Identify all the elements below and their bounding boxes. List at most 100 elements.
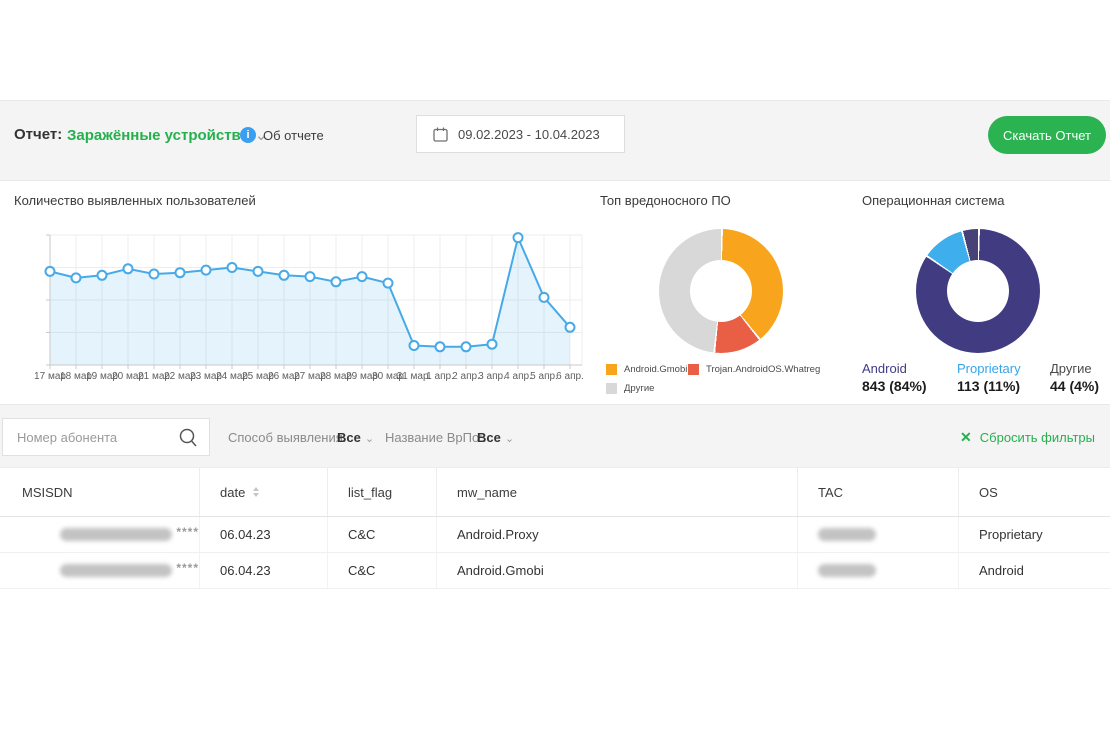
data-point[interactable] bbox=[566, 323, 575, 332]
cell-list-flag: C&C bbox=[328, 517, 437, 552]
detection-method-label: Способ выявления: bbox=[228, 430, 346, 445]
download-report-button[interactable]: Скачать Отчет bbox=[988, 116, 1106, 154]
report-type-dropdown[interactable]: Заражённые устройства⌄ bbox=[67, 126, 268, 144]
sort-icon[interactable] bbox=[253, 487, 259, 497]
column-header-date[interactable]: date bbox=[200, 468, 328, 516]
table-row[interactable]: **** 06.04.23 C&C Android.Gmobi Android bbox=[0, 553, 1110, 589]
detection-method-dropdown[interactable]: Все⌄ bbox=[337, 430, 374, 445]
data-point[interactable] bbox=[254, 267, 263, 276]
date-range-picker[interactable]: 09.02.2023 - 10.04.2023 bbox=[416, 115, 625, 153]
line-chart-title: Количество выявленных пользователей bbox=[14, 193, 256, 208]
cell-msisdn: **** bbox=[0, 553, 200, 588]
data-point[interactable] bbox=[176, 268, 185, 277]
legend-swatch bbox=[606, 364, 617, 375]
column-header-os: OS bbox=[959, 468, 1110, 516]
legend-label: Другие bbox=[624, 383, 654, 394]
data-point[interactable] bbox=[436, 342, 445, 351]
legend-swatch bbox=[688, 364, 699, 375]
report-name: Заражённые устройства bbox=[67, 127, 249, 144]
masked-tac bbox=[818, 564, 876, 577]
os-stat-proprietary: Proprietary 113 (11%) bbox=[957, 361, 1021, 394]
reset-filters-button[interactable]: ✕ Сбросить фильтры bbox=[960, 429, 1095, 446]
malware-donut-chart[interactable] bbox=[659, 229, 783, 353]
charts-card: Количество выявленных пользователей 17 м… bbox=[0, 180, 1110, 405]
data-point[interactable] bbox=[202, 266, 211, 275]
msisdn-mask-suffix: **** bbox=[176, 525, 199, 539]
calendar-icon bbox=[433, 127, 448, 142]
data-point[interactable] bbox=[410, 341, 419, 350]
line-chart-svg: 17 мар18 мар19 мар20 мар21 мар22 мар23 м… bbox=[30, 219, 586, 385]
subscriber-number-input[interactable] bbox=[3, 419, 175, 455]
table-body: **** 06.04.23 C&C Android.Proxy Propriet… bbox=[0, 517, 1110, 589]
subscriber-search bbox=[2, 418, 210, 456]
data-point[interactable] bbox=[228, 263, 237, 272]
x-axis-label: 5 апр. bbox=[530, 371, 558, 382]
data-point[interactable] bbox=[488, 340, 497, 349]
os-donut-title: Операционная система bbox=[862, 193, 1005, 208]
table-header-row: MSISDN date list_flag mw_name TAC OS bbox=[0, 467, 1110, 517]
column-header-msisdn: MSISDN bbox=[0, 468, 200, 516]
data-point[interactable] bbox=[540, 293, 549, 302]
cell-date: 06.04.23 bbox=[200, 553, 328, 588]
masked-msisdn bbox=[60, 528, 172, 541]
about-report-link[interactable]: Об отчете bbox=[263, 128, 324, 143]
data-point[interactable] bbox=[332, 277, 341, 286]
infected-devices-report-page: Отчет: Заражённые устройства⌄ i Об отчет… bbox=[0, 0, 1110, 740]
os-stat-android: Android 843 (84%) bbox=[862, 361, 927, 394]
cell-mw-name: Android.Gmobi bbox=[437, 553, 798, 588]
cell-tac bbox=[798, 517, 959, 552]
data-point[interactable] bbox=[514, 233, 523, 242]
table-row[interactable]: **** 06.04.23 C&C Android.Proxy Propriet… bbox=[0, 517, 1110, 553]
x-axis-label: 3 апр. bbox=[478, 371, 506, 382]
data-point[interactable] bbox=[462, 342, 471, 351]
legend-item: Android.Gmobi bbox=[606, 364, 687, 375]
os-donut-chart[interactable] bbox=[916, 229, 1040, 353]
data-point[interactable] bbox=[384, 279, 393, 288]
malware-name-dropdown[interactable]: Все⌄ bbox=[477, 430, 514, 445]
close-icon: ✕ bbox=[960, 429, 972, 446]
os-stat-label: Proprietary bbox=[957, 361, 1021, 376]
reset-filters-label: Сбросить фильтры bbox=[980, 430, 1095, 445]
os-stat-label: Android bbox=[862, 361, 927, 376]
chevron-down-icon: ⌄ bbox=[365, 433, 374, 445]
cell-date: 06.04.23 bbox=[200, 517, 328, 552]
data-point[interactable] bbox=[46, 267, 55, 276]
x-axis-label: 1 апр. bbox=[426, 371, 454, 382]
legend-label: Android.Gmobi bbox=[624, 364, 687, 375]
malware-donut-title: Топ вредоносного ПО bbox=[600, 193, 731, 208]
data-point[interactable] bbox=[358, 272, 367, 281]
infected-devices-table: MSISDN date list_flag mw_name TAC OS ***… bbox=[0, 467, 1110, 589]
legend-swatch bbox=[606, 383, 617, 394]
data-point[interactable] bbox=[98, 271, 107, 280]
x-axis-label: 4 апр. bbox=[504, 371, 532, 382]
masked-msisdn bbox=[60, 564, 172, 577]
data-point[interactable] bbox=[150, 270, 159, 279]
malware-name-label: Название ВрПо:: bbox=[385, 430, 486, 445]
masked-tac bbox=[818, 528, 876, 541]
column-header-tac: TAC bbox=[798, 468, 959, 516]
data-point[interactable] bbox=[124, 264, 133, 273]
x-axis-label: 2 апр. bbox=[452, 371, 480, 382]
data-point[interactable] bbox=[280, 271, 289, 280]
os-stat-other: Другие 44 (4%) bbox=[1050, 361, 1099, 394]
msisdn-mask-suffix: **** bbox=[176, 561, 199, 575]
os-stat-value: 44 (4%) bbox=[1050, 378, 1099, 394]
data-point[interactable] bbox=[306, 272, 315, 281]
legend-item: Trojan.AndroidOS.Whatreg bbox=[688, 364, 820, 375]
cell-tac bbox=[798, 553, 959, 588]
cell-os: Android bbox=[959, 553, 1110, 588]
os-stat-value: 113 (11%) bbox=[957, 378, 1021, 394]
x-axis-label: 6 апр. bbox=[556, 371, 584, 382]
chevron-down-icon: ⌄ bbox=[505, 433, 514, 445]
info-icon[interactable]: i bbox=[240, 127, 256, 143]
os-stat-value: 843 (84%) bbox=[862, 378, 927, 394]
os-stat-label: Другие bbox=[1050, 361, 1099, 376]
cell-mw-name: Android.Proxy bbox=[437, 517, 798, 552]
date-range-value: 09.02.2023 - 10.04.2023 bbox=[458, 127, 600, 142]
report-label: Отчет: bbox=[14, 126, 62, 143]
legend-label: Trojan.AndroidOS.Whatreg bbox=[706, 364, 820, 375]
users-line-chart: 17 мар18 мар19 мар20 мар21 мар22 мар23 м… bbox=[30, 219, 586, 385]
column-header-mw-name: mw_name bbox=[437, 468, 798, 516]
data-point[interactable] bbox=[72, 273, 81, 282]
search-icon[interactable] bbox=[178, 427, 199, 448]
